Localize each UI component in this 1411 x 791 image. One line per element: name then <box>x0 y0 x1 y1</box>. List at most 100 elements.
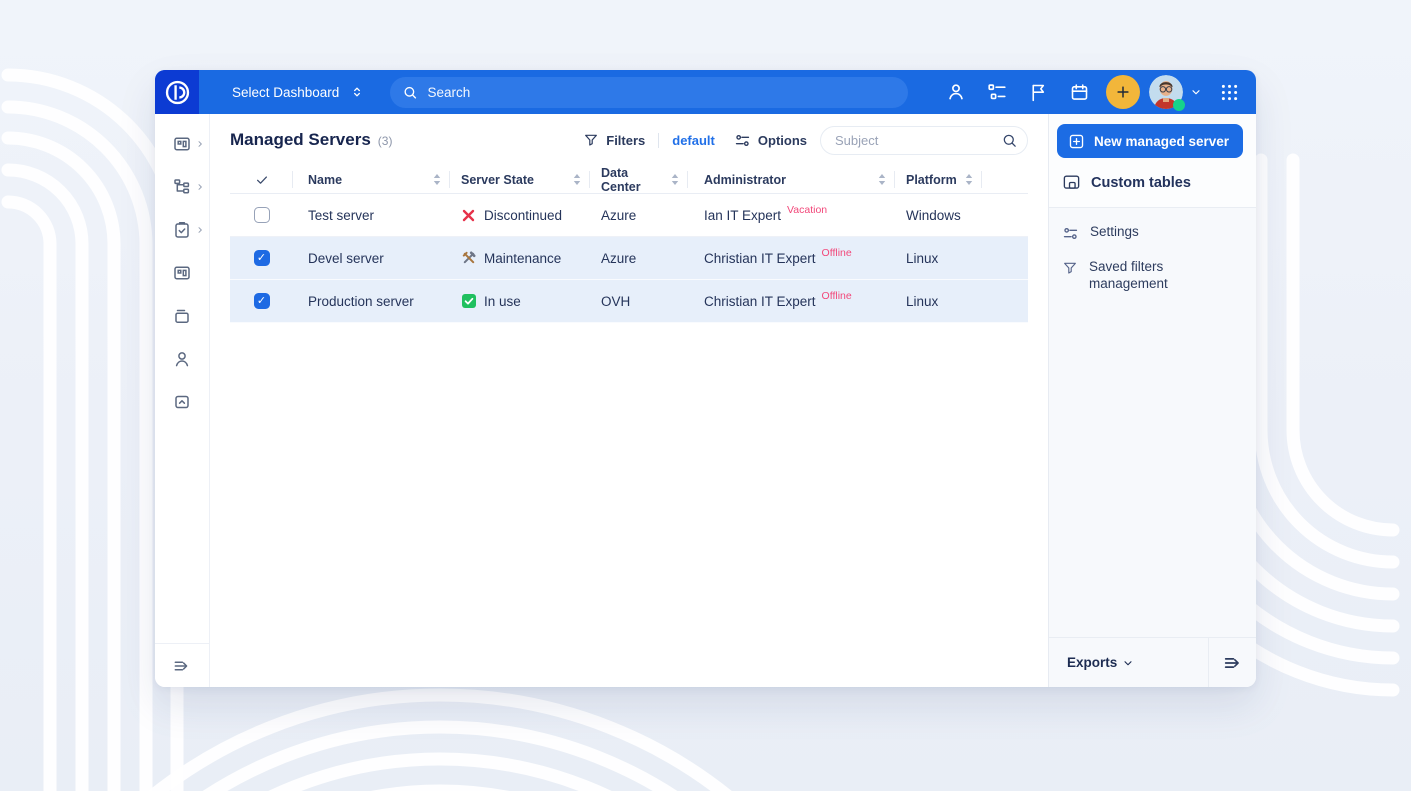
table-header-row: Name Server State Data Center Administra… <box>230 166 1028 194</box>
quick-add-button[interactable] <box>1106 75 1140 109</box>
exports-button[interactable]: Exports <box>1049 638 1209 687</box>
unfold-icon <box>350 84 364 100</box>
state-label: Maintenance <box>484 251 561 266</box>
sidebar-item-collapse-panel[interactable] <box>155 380 209 423</box>
cell-server-state: Maintenance <box>450 237 590 279</box>
green-check-icon <box>461 294 476 309</box>
row-checkbox[interactable] <box>254 250 270 266</box>
table-row[interactable]: Test server Discontinued Azure Ian IT Ex… <box>230 194 1028 237</box>
search-icon[interactable] <box>1001 132 1018 149</box>
options-label: Options <box>758 133 807 148</box>
cell-name: Test server <box>293 194 450 236</box>
options-button[interactable]: Options <box>734 132 807 149</box>
sort-icon[interactable] <box>878 174 886 185</box>
subject-search <box>820 126 1028 155</box>
custom-tables-icon <box>1062 173 1081 192</box>
cards-icon <box>172 263 192 283</box>
column-header-server-state[interactable]: Server State <box>450 166 590 193</box>
app-logo[interactable] <box>155 70 199 114</box>
dashboard-selector-label: Select Dashboard <box>232 85 339 100</box>
panel-collapse-button[interactable] <box>1209 638 1256 687</box>
right-panel: New managed server Custom tables Setting… <box>1048 114 1256 687</box>
custom-tables-button[interactable]: Custom tables <box>1062 173 1243 192</box>
subject-search-input[interactable] <box>820 126 1028 155</box>
column-label: Data Center <box>601 166 671 194</box>
cell-administrator: Christian IT Expert Offline <box>688 280 895 322</box>
cell-server-state: In use <box>450 280 590 322</box>
online-status-dot <box>1173 99 1185 111</box>
filters-button[interactable]: Filters <box>583 132 645 148</box>
apps-grid-button[interactable] <box>1219 82 1240 103</box>
column-header-name[interactable]: Name <box>293 166 450 193</box>
exports-label: Exports <box>1067 655 1117 670</box>
topbar: Select Dashboard <box>155 70 1256 114</box>
sliders-icon <box>1062 225 1079 242</box>
administrator-status-badge: Vacation <box>787 204 827 216</box>
column-header-data-center[interactable]: Data Center <box>590 166 688 193</box>
topbar-actions <box>927 75 1256 109</box>
cell-platform: Linux <box>895 237 982 279</box>
filter-bar: Filters default Options <box>583 126 1028 155</box>
cell-platform: Linux <box>895 280 982 322</box>
dashboard-selector[interactable]: Select Dashboard <box>232 84 364 100</box>
global-search[interactable] <box>390 77 908 108</box>
calendar-button[interactable] <box>1067 80 1091 104</box>
sidebar-item-panels[interactable] <box>155 251 209 294</box>
sidebar-item-archive[interactable] <box>155 294 209 337</box>
flag-button[interactable] <box>1026 80 1050 104</box>
select-all-header[interactable] <box>230 166 293 193</box>
cell-name: Production server <box>293 280 450 322</box>
column-label: Platform <box>906 173 957 187</box>
chevron-right-icon <box>196 183 204 191</box>
arrow-right-lines-icon <box>1222 652 1244 674</box>
sidebar-item-dashboards[interactable] <box>155 122 209 165</box>
new-managed-server-button[interactable]: New managed server <box>1057 124 1243 158</box>
sidebar-expand-button[interactable] <box>155 643 209 687</box>
user-profile-button[interactable] <box>944 80 968 104</box>
column-header-platform[interactable]: Platform <box>895 166 982 193</box>
sidebar-item-users[interactable] <box>155 337 209 380</box>
global-search-input[interactable] <box>427 85 896 100</box>
filters-label: Filters <box>606 133 645 148</box>
sort-icon[interactable] <box>433 174 441 185</box>
funnel-icon <box>1062 260 1078 276</box>
flag-icon <box>1028 82 1049 103</box>
table-row[interactable]: Devel server Maintenance Azure <box>230 237 1028 280</box>
avatar-menu-button[interactable] <box>1190 86 1202 98</box>
saved-filters-management-button[interactable]: Saved filters management <box>1062 259 1243 293</box>
settings-button[interactable]: Settings <box>1062 224 1243 242</box>
cell-platform: Windows <box>895 194 982 236</box>
cell-data-center: OVH <box>590 280 688 322</box>
plus-icon <box>1114 83 1132 101</box>
sidebar-item-tasks[interactable] <box>155 208 209 251</box>
column-header-empty <box>982 166 1028 193</box>
grid-dots-icon <box>1219 82 1240 103</box>
cell-server-state: Discontinued <box>450 194 590 236</box>
tools-icon <box>461 251 476 266</box>
sort-icon[interactable] <box>671 174 679 185</box>
row-checkbox[interactable] <box>254 293 270 309</box>
row-checkbox[interactable] <box>254 207 270 223</box>
filter-preset-link[interactable]: default <box>672 133 715 148</box>
record-count: (3) <box>378 134 393 148</box>
tasks-button[interactable] <box>985 80 1009 104</box>
administrator-status-badge: Offline <box>822 290 852 302</box>
plus-square-icon <box>1068 133 1085 150</box>
table-row[interactable]: Production server In use OVH Christian I… <box>230 280 1028 323</box>
person-icon <box>945 81 967 103</box>
cards-icon <box>172 134 192 154</box>
sidebar-item-structure[interactable] <box>155 165 209 208</box>
column-label: Name <box>308 173 342 187</box>
column-header-administrator[interactable]: Administrator <box>688 166 895 193</box>
custom-tables-label: Custom tables <box>1091 175 1191 191</box>
sort-icon[interactable] <box>965 174 973 185</box>
cell-data-center: Azure <box>590 194 688 236</box>
avatar[interactable] <box>1149 75 1183 109</box>
column-label: Administrator <box>704 173 786 187</box>
divider <box>658 133 659 148</box>
administrator-status-badge: Offline <box>822 247 852 259</box>
cell-administrator: Christian IT Expert Offline <box>688 237 895 279</box>
state-label: Discontinued <box>484 208 562 223</box>
sort-icon[interactable] <box>573 174 581 185</box>
panel-footer: Exports <box>1049 637 1256 687</box>
